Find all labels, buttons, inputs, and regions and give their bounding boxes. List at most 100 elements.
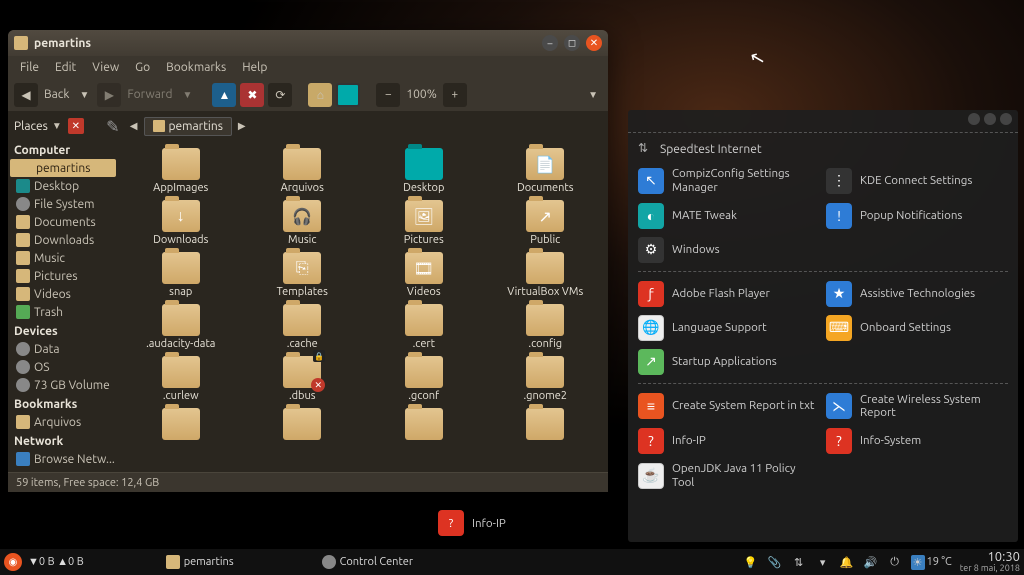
folder-item[interactable]: .cert — [365, 304, 483, 350]
reload-button[interactable]: ⟳ — [268, 83, 292, 107]
cc-item[interactable]: ⋮KDE Connect Settings — [826, 167, 1008, 195]
stop-button[interactable]: ✖ — [240, 83, 264, 107]
edit-path-button[interactable]: ✎ — [102, 115, 124, 137]
cc-item[interactable]: ƒAdobe Flash Player — [638, 281, 820, 307]
cc-item-infoip-outer[interactable]: ? Info-IP — [438, 510, 506, 536]
menu-view[interactable]: View — [84, 59, 127, 76]
folder-item[interactable]: 🖼Pictures — [365, 200, 483, 246]
taskbar-item-fm[interactable]: pemartins — [160, 553, 240, 571]
forward-button[interactable]: ▶ — [97, 83, 121, 107]
view-mode-dropdown[interactable]: ▼ — [584, 89, 602, 101]
fm-sidebar[interactable]: ComputerpemartinsDesktopFile SystemDocum… — [8, 140, 118, 472]
folder-item[interactable] — [122, 408, 240, 442]
menu-go[interactable]: Go — [127, 59, 158, 76]
sidebar-item[interactable]: 73 GB Volume — [8, 376, 118, 394]
tray-network-icon[interactable]: ⇅ — [791, 554, 807, 570]
cc-minimize[interactable] — [968, 113, 980, 125]
zoom-in-button[interactable]: + — [443, 83, 467, 107]
sidebar-item[interactable]: Browse Netw... — [8, 450, 118, 468]
folder-item[interactable]: 📄Documents — [487, 148, 605, 194]
menu-edit[interactable]: Edit — [47, 59, 84, 76]
tray-lightbulb-icon[interactable]: 💡 — [743, 554, 759, 570]
folder-item[interactable]: .gnome2 — [487, 356, 605, 402]
back-history-dropdown[interactable]: ▼ — [75, 89, 93, 101]
cc-item[interactable]: !Popup Notifications — [826, 203, 1008, 229]
cc-item[interactable]: ⌨Onboard Settings — [826, 315, 1008, 341]
cc-item[interactable]: ⋋Create Wireless System Report — [826, 393, 1008, 421]
fm-grid[interactable]: AppImagesArquivosDesktop📄Documents ↓Downl… — [118, 140, 608, 472]
zoom-out-button[interactable]: − — [376, 83, 400, 107]
cc-item[interactable]: ★Assistive Technologies — [826, 281, 1008, 307]
home-button[interactable]: ⌂ — [308, 83, 332, 107]
menu-bookmarks[interactable]: Bookmarks — [158, 59, 234, 76]
start-menu-button[interactable]: ◉ — [4, 553, 22, 571]
places-toggle[interactable]: Places ▼ — [14, 120, 62, 133]
tray-volume-icon[interactable]: 🔊 — [863, 554, 879, 570]
tray-power-icon[interactable]: ⏻ — [887, 554, 903, 570]
taskbar-item-cc[interactable]: Control Center — [316, 553, 419, 571]
folder-item[interactable]: 🎞Videos — [365, 252, 483, 298]
menu-help[interactable]: Help — [234, 59, 275, 76]
sidebar-item[interactable]: Downloads — [8, 231, 118, 249]
folder-item[interactable]: 🔒✕.dbus — [244, 356, 362, 402]
computer-button[interactable] — [336, 83, 360, 107]
tray-bell-icon[interactable]: 🔔 — [839, 554, 855, 570]
folder-item[interactable]: VirtualBox VMs — [487, 252, 605, 298]
sidebar-item[interactable]: Videos — [8, 285, 118, 303]
sidebar-item[interactable]: pemartins — [10, 159, 116, 177]
folder-item[interactable]: AppImages — [122, 148, 240, 194]
folder-item[interactable]: .config — [487, 304, 605, 350]
folder-item[interactable]: snap — [122, 252, 240, 298]
sidebar-item[interactable]: Documents — [8, 213, 118, 231]
tray-clock[interactable]: 10:30 ter 8 mai, 2018 — [960, 551, 1020, 573]
sidebar-item[interactable]: Data — [8, 340, 118, 358]
maximize-button[interactable]: ◻ — [564, 35, 580, 51]
folder-item[interactable]: .audacity-data — [122, 304, 240, 350]
folder-item[interactable]: ↓Downloads — [122, 200, 240, 246]
folder-item[interactable]: Desktop — [365, 148, 483, 194]
cc-close[interactable] — [1000, 113, 1012, 125]
cc-item[interactable]: ?Info-System — [826, 428, 1008, 454]
tray-shield-icon[interactable]: ▾ — [815, 554, 831, 570]
close-button[interactable]: ✕ — [586, 35, 602, 51]
breadcrumb-prev[interactable]: ◀ — [130, 120, 138, 132]
minimize-button[interactable]: – — [542, 35, 558, 51]
tray-clip-icon[interactable]: 📎 — [767, 554, 783, 570]
folder-item[interactable]: ↗Public — [487, 200, 605, 246]
net-indicator[interactable]: ▼0 B ▲0 B — [28, 556, 84, 568]
cc-item[interactable]: ⚙Windows — [638, 237, 820, 263]
sidebar-item[interactable]: Music — [8, 249, 118, 267]
forward-history-dropdown[interactable]: ▼ — [178, 89, 196, 101]
folder-item[interactable]: ⎘Templates — [244, 252, 362, 298]
folder-item[interactable]: 🎧Music — [244, 200, 362, 246]
folder-item[interactable]: .curlew — [122, 356, 240, 402]
cc-maximize[interactable] — [984, 113, 996, 125]
sidebar-item[interactable]: Pictures — [8, 267, 118, 285]
cc-item[interactable]: ◐MATE Tweak — [638, 203, 820, 229]
sidebar-item[interactable]: File System — [8, 195, 118, 213]
tray-weather[interactable]: ☀ 19 °C — [911, 554, 952, 570]
folder-item[interactable]: Arquivos — [244, 148, 362, 194]
folder-item[interactable]: .cache — [244, 304, 362, 350]
sidebar-item[interactable]: Desktop — [8, 177, 118, 195]
folder-item[interactable] — [487, 408, 605, 442]
menu-file[interactable]: File — [12, 59, 47, 76]
cc-item[interactable]: ↗Startup Applications — [638, 349, 820, 375]
breadcrumb-next[interactable]: ▶ — [238, 120, 246, 132]
cc-item[interactable]: ?Info-IP — [638, 428, 820, 454]
back-button[interactable]: ◀ — [14, 83, 38, 107]
cc-item[interactable]: 🌐Language Support — [638, 315, 820, 341]
sidebar-item[interactable]: Trash — [8, 303, 118, 321]
up-button[interactable]: ▲ — [212, 83, 236, 107]
sidebar-item[interactable]: Arquivos — [8, 413, 118, 431]
fm-titlebar[interactable]: pemartins – ◻ ✕ — [8, 30, 608, 56]
close-places-button[interactable]: ✕ — [68, 118, 84, 134]
breadcrumb-segment[interactable]: pemartins — [144, 117, 232, 136]
cc-item[interactable]: ≡Create System Report in txt — [638, 393, 820, 421]
cc-item[interactable]: ↖CompizConfig Settings Manager — [638, 167, 820, 195]
folder-item[interactable] — [244, 408, 362, 442]
cc-item[interactable]: ☕OpenJDK Java 11 Policy Tool — [638, 462, 820, 490]
folder-item[interactable]: .gconf — [365, 356, 483, 402]
folder-item[interactable] — [365, 408, 483, 442]
sidebar-item[interactable]: OS — [8, 358, 118, 376]
